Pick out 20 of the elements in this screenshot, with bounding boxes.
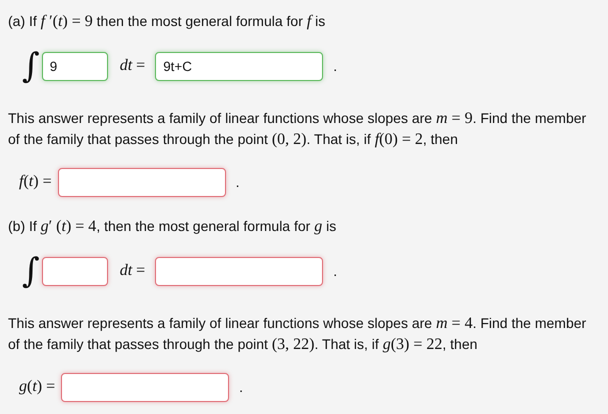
explanation-text: This answer represents a family of linear functions whose slopes are m = 9. Find the member of the family that passes through the point (0, 2). That is, if f(0) = 2, then	[8, 109, 588, 150]
input-field[interactable]	[155, 256, 324, 286]
question-text: (b) If g′ (t) = 4, then the most general formula for g is	[8, 217, 338, 237]
answer-label: g(t) =	[19, 378, 56, 396]
period-text: .	[333, 263, 338, 279]
input-field[interactable]	[61, 372, 230, 402]
input-field[interactable]: 9t+C	[155, 52, 324, 80]
period-text: .	[239, 379, 244, 395]
differential-label: dt =	[120, 262, 146, 280]
question-text: (a) If f ′(t) = 9 then the most general formula for f is	[8, 12, 326, 32]
integral-sign: ∫	[22, 46, 40, 86]
answer-label: f(t) =	[19, 173, 52, 191]
period-text: .	[333, 58, 338, 74]
integral-sign: ∫	[22, 251, 40, 291]
explanation-text: This answer represents a family of linear functions whose slopes are m = 4. Find the member of the family that passes through the point (3, 22). That is, if g(3) = 22, then	[8, 314, 588, 355]
input-field[interactable]: 9	[42, 52, 108, 80]
input-field[interactable]	[42, 256, 108, 286]
input-field[interactable]	[58, 168, 226, 196]
differential-label: dt =	[120, 57, 146, 75]
period-text: .	[236, 174, 240, 190]
